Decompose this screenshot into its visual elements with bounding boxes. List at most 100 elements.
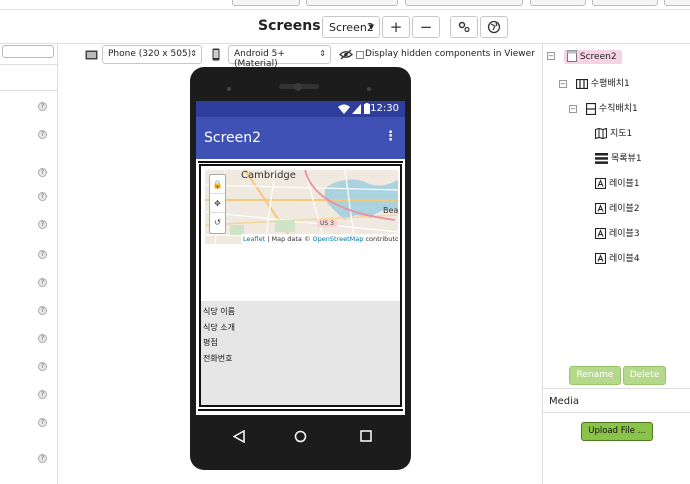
help-icon[interactable]: ? [38,390,47,399]
help-icon[interactable]: ? [38,306,47,315]
remove-screen-button[interactable]: − [412,16,440,38]
upload-file-button[interactable]: Upload File ... [581,422,653,441]
map-controls: 🔒 ✥ ↺ [209,174,226,234]
globe-icon [487,20,501,34]
help-icon[interactable]: ? [38,168,47,177]
tree-item-screen2[interactable]: − Screen2 [547,49,622,64]
top-toolbar-button[interactable] [306,0,398,6]
map-road-badge: US 3 [317,220,337,227]
project-properties-button[interactable] [450,16,478,38]
screens-bar: Screens: Screen2 ▼ + − [0,10,690,44]
sensor-dot [367,87,371,91]
media-title: Media [549,396,580,407]
map-attribution: Leaflet | Map data © OpenStreetMap contr… [241,234,398,244]
help-icon[interactable]: ? [38,334,47,343]
top-toolbar-button[interactable] [405,0,523,6]
tree-item-label: 목록뷰1 [611,154,642,164]
tree-item-label: 수직배치1 [598,104,638,114]
screens-label: Screens: [258,18,327,34]
language-button[interactable] [480,16,508,38]
palette-search-input[interactable] [2,45,54,58]
tree-item-label2[interactable]: 레이블2 [595,201,640,214]
collapse-icon[interactable]: − [547,52,555,60]
top-toolbar-strip [0,0,690,10]
sensor-dot [227,87,231,91]
recents-icon[interactable] [360,430,372,442]
add-screen-button[interactable]: + [382,16,410,38]
tree-item-horizontal[interactable]: − 수평배치1 [559,76,630,89]
collapse-icon[interactable]: − [559,79,567,88]
vertical-arrangement-icon [585,102,596,115]
battery-icon [364,103,370,114]
screen-select-value: Screen2 [329,21,374,34]
help-icon[interactable]: ? [38,418,47,427]
label-2[interactable]: 식당 소개 [203,322,235,333]
phone-camera [294,83,302,91]
list-view-icon [595,153,608,164]
phone-preview-icon [212,48,220,61]
hidden-components-checkbox[interactable] [356,51,364,59]
tree-item-vertical[interactable]: − 수직배치1 [569,101,638,115]
theme-select[interactable]: Android 5+ (Material) ⇕ [228,45,331,69]
map-component[interactable]: 🔒 ✥ ↺ Cambridge Beaco US 3 Leaflet | Map… [205,170,398,244]
tree-item-label: 지도1 [610,129,633,139]
tree-item-label: Screen2 [579,51,617,62]
screen-icon [566,50,577,62]
list-view[interactable] [201,246,400,301]
lock-icon[interactable]: 🔒 [210,175,225,194]
status-time: 12:30 [370,103,399,114]
home-icon[interactable] [294,430,307,443]
signal-icon [352,104,361,114]
app-bar: Screen2 ⋮ [196,117,405,159]
top-toolbar-button[interactable] [232,0,300,6]
label-icon [595,178,606,189]
divider [0,64,58,65]
device-size-select[interactable]: Phone (320 x 505) ⇕ [102,45,202,64]
label-1[interactable]: 식당 이름 [203,306,235,317]
help-icon[interactable]: ? [38,220,47,229]
screen-select[interactable]: Screen2 ▼ [322,16,380,38]
top-toolbar-button[interactable] [592,0,658,6]
collapse-icon[interactable]: − [569,104,577,113]
label-3[interactable]: 평점 [203,337,218,348]
help-icon[interactable]: ? [38,192,47,201]
divider [0,90,58,91]
horizontal-arrangement-icon [575,78,588,89]
osm-link[interactable]: OpenStreetMap [313,235,364,243]
theme-value: Android 5+ (Material) [234,49,285,69]
tree-item-label: 수평배치1 [590,79,630,89]
updown-icon: ⇕ [319,49,326,58]
tree-item-listview[interactable]: 목록뷰1 [595,151,642,164]
phone-mockup: 12:30 Screen2 ⋮ 🔒 ✥ ↺ Cambridge Bea US 3… [190,67,411,470]
tree-item-selected[interactable]: Screen2 [563,49,622,64]
top-toolbar-button[interactable] [530,0,586,6]
help-icon[interactable]: ? [38,130,47,139]
chevron-down-icon: ▼ [368,23,374,31]
attribution-text: contributors [365,235,398,243]
top-toolbar-button[interactable] [664,0,690,6]
help-icon[interactable]: ? [38,362,47,371]
help-icon[interactable]: ? [38,454,47,463]
updown-icon: ⇕ [190,49,197,58]
back-icon[interactable] [233,430,245,443]
delete-button[interactable]: Delete [623,366,666,385]
help-icon[interactable]: ? [38,250,47,259]
map-place-label: Cambridge [241,170,296,181]
overflow-menu-icon[interactable]: ⋮ [384,129,397,144]
tree-item-label1[interactable]: 레이블1 [595,176,640,189]
phone-screen: 12:30 Screen2 ⋮ 🔒 ✥ ↺ Cambridge Bea US 3… [196,101,405,415]
vertical-arrangement[interactable]: 🔒 ✥ ↺ Cambridge Beaco US 3 Leaflet | Map… [199,164,402,407]
label-4[interactable]: 전화번호 [203,353,232,364]
help-icon[interactable]: ? [38,278,47,287]
tree-item-label3[interactable]: 레이블3 [595,226,640,239]
reset-icon[interactable]: ↺ [210,213,225,232]
leaflet-link[interactable]: Leaflet [243,235,265,243]
eye-off-icon [339,49,353,60]
rename-button[interactable]: Rename [569,366,621,385]
tree-item-map[interactable]: 지도1 [595,126,632,139]
divider [542,388,690,389]
help-icon[interactable]: ? [38,102,47,111]
tree-item-label4[interactable]: 레이블4 [595,251,640,264]
locate-icon[interactable]: ✥ [210,194,225,213]
gear-icon [458,21,470,33]
